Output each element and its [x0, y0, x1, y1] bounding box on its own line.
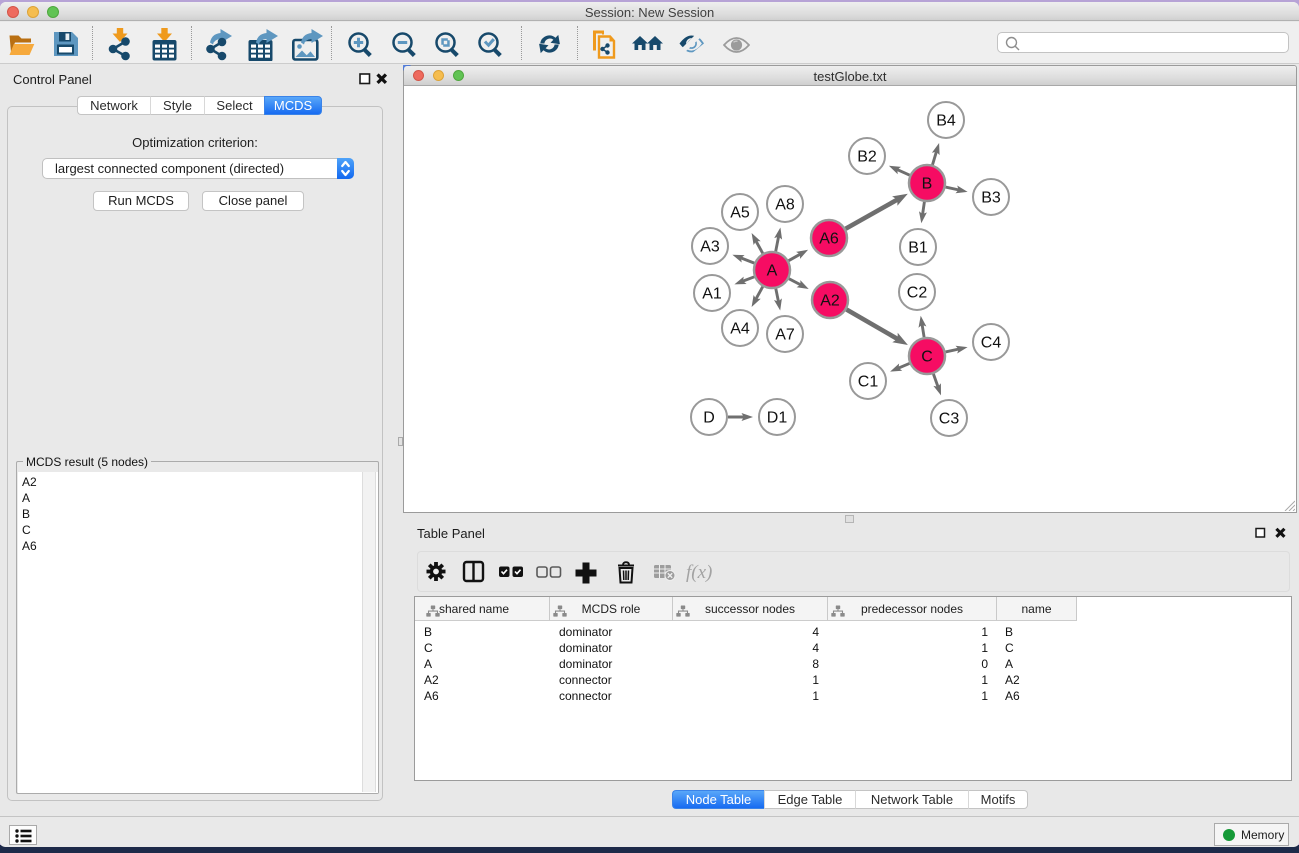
svg-text:C3: C3: [939, 411, 960, 428]
svg-text:D: D: [703, 410, 715, 427]
svg-text:B: B: [922, 176, 933, 193]
svg-text:A5: A5: [730, 205, 750, 222]
svg-text:A7: A7: [775, 327, 795, 344]
svg-text:B3: B3: [981, 190, 1001, 207]
svg-text:A4: A4: [730, 321, 750, 338]
svg-text:C4: C4: [981, 335, 1002, 352]
svg-text:A: A: [767, 263, 778, 280]
svg-text:B2: B2: [857, 149, 877, 166]
svg-text:A1: A1: [702, 286, 722, 303]
svg-text:A8: A8: [775, 197, 795, 214]
svg-text:B1: B1: [908, 240, 928, 257]
svg-text:f(x): f(x): [686, 562, 712, 583]
svg-text:A3: A3: [700, 239, 720, 256]
svg-text:B4: B4: [936, 113, 956, 130]
svg-text:D1: D1: [767, 410, 788, 427]
svg-text:C: C: [921, 349, 933, 366]
svg-text:A2: A2: [820, 293, 840, 310]
svg-text:A6: A6: [819, 231, 839, 248]
svg-text:C2: C2: [907, 285, 928, 302]
svg-text:C1: C1: [858, 374, 879, 391]
